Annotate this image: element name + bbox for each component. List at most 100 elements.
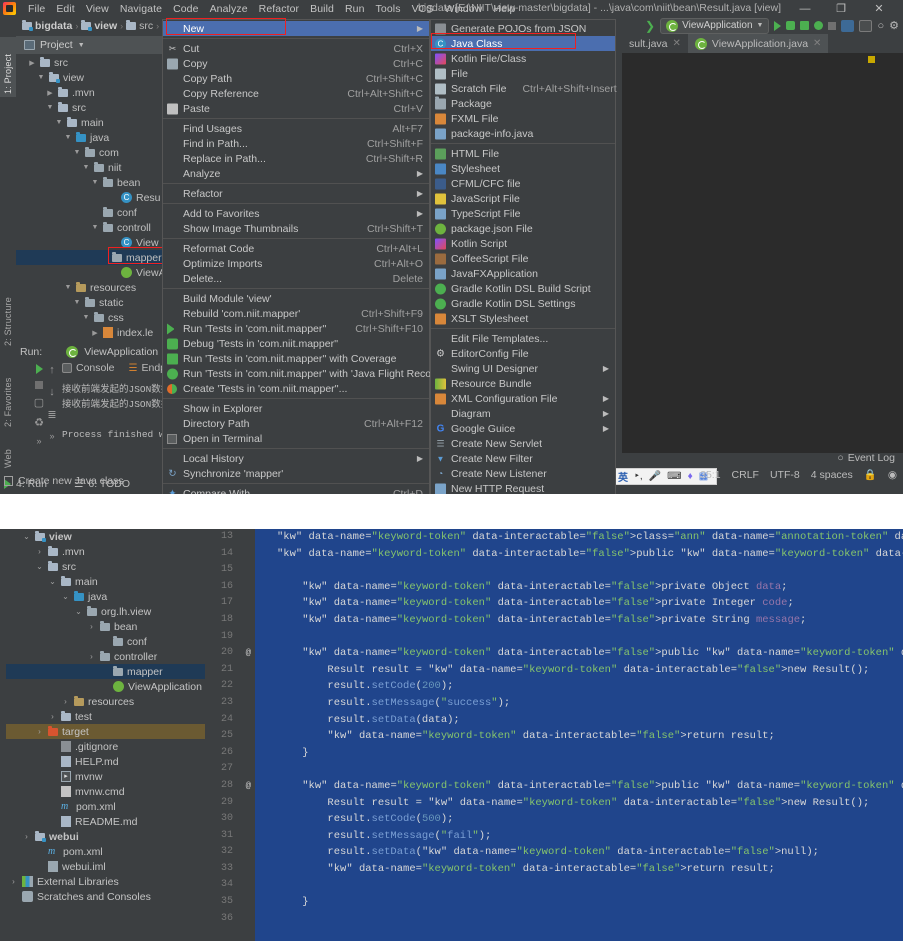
caret-position[interactable]: 35:1 <box>700 469 720 481</box>
chevron-down-icon[interactable]: ⌄ <box>22 532 31 541</box>
tree-node-gitignore[interactable]: .gitignore <box>6 739 205 754</box>
menubar-item-run[interactable]: Run <box>345 3 365 15</box>
tree-node-mapper[interactable]: mapper <box>6 664 205 679</box>
tree-node-view[interactable]: ⌄ view <box>6 529 205 544</box>
code-line[interactable]: result.setCode(500); <box>277 811 903 828</box>
new-submenu-item-resource-bundle[interactable]: Resource Bundle <box>431 376 615 391</box>
maximize-button[interactable]: ❐ <box>827 0 855 17</box>
new-submenu-item-create-new-filter[interactable]: ▼ Create New Filter <box>431 451 615 466</box>
breadcrumb-item-view[interactable]: view <box>81 19 117 32</box>
menubar-item-code[interactable]: Code <box>173 3 199 15</box>
toolwindow-tab-favorites[interactable]: 2: Favorites <box>0 362 16 430</box>
lock-icon[interactable]: 🔒 <box>864 468 877 481</box>
profile-icon[interactable] <box>814 21 824 30</box>
code-line[interactable]: result.setMessage("success"); <box>277 695 903 712</box>
context-menu-item-build-module-view[interactable]: Build Module 'view' <box>163 291 429 306</box>
chevron-down-icon[interactable]: ▼ <box>82 314 90 321</box>
code-line[interactable]: result.setMessage("fail"); <box>277 828 903 845</box>
context-menu-item-run-tests-in-com-niit-mapper-with-java-flight-recorder[interactable]: Run 'Tests in 'com.niit.mapper'' with 'J… <box>163 366 452 381</box>
code-line[interactable]: "kw" data-name="keyword-token" data-inte… <box>277 778 903 795</box>
new-submenu-item-package-json-file[interactable]: package.json File <box>431 221 615 236</box>
scroll-up-icon[interactable]: ↑ <box>49 364 55 376</box>
chevron-down-icon[interactable]: ▼ <box>73 299 81 306</box>
new-submenu-item-kotlin-file-class[interactable]: Kotlin File/Class <box>431 51 615 66</box>
menubar-item-view[interactable]: View <box>86 3 109 15</box>
close-button[interactable]: ✕ <box>865 0 893 17</box>
context-menu-item-analyze[interactable]: Analyze ▶ <box>163 166 429 181</box>
chevron-right-icon[interactable]: ▶ <box>91 329 99 337</box>
tree-node-readmemd[interactable]: README.md <box>6 814 205 829</box>
context-menu-item-find-usages[interactable]: Find Usages Alt+F7 <box>163 121 429 136</box>
new-submenu-item-typescript-file[interactable]: TypeScript File <box>431 206 615 221</box>
new-submenu-item-generate-pojos-from-json[interactable]: Generate POJOs from JSON <box>431 21 615 36</box>
tree-node-test[interactable]: › test <box>6 709 205 724</box>
new-submenu-item-fxml-file[interactable]: FXML File <box>431 111 615 126</box>
toolwindow-tab-web[interactable]: Web <box>0 435 16 471</box>
new-submenu-item-package-info-java[interactable]: package-info.java <box>431 126 615 141</box>
context-menu-item-new[interactable]: New ▶ <box>163 21 429 36</box>
context-menu-item-local-history[interactable]: Local History ▶ <box>163 451 429 466</box>
gear-icon[interactable]: ⚙ <box>889 19 899 32</box>
chevron-right-icon[interactable]: › <box>35 547 44 556</box>
context-menu-item-rebuild-com-niit-mapper[interactable]: Rebuild 'com.niit.mapper' Ctrl+Shift+F9 <box>163 306 429 321</box>
code-line[interactable]: "kw" data-name="keyword-token" data-inte… <box>277 579 903 596</box>
indent-setting[interactable]: 4 spaces <box>811 469 853 481</box>
context-menu-item-create-tests-in-com-niit-mapper[interactable]: Create 'Tests in 'com.niit.mapper''... <box>163 381 429 396</box>
toolwindow-tab-structure[interactable]: 2: Structure <box>0 279 16 349</box>
run-subtab-console[interactable]: Console <box>62 362 115 374</box>
code-line[interactable]: } <box>277 745 903 762</box>
code-line[interactable]: result.setData(data); <box>277 712 903 729</box>
inspections-icon[interactable]: ◉ <box>888 469 897 481</box>
file-encoding[interactable]: UTF-8 <box>770 469 800 481</box>
chevron-down-icon[interactable]: ▼ <box>73 149 81 156</box>
new-submenu-item-swing-ui-designer[interactable]: Swing UI Designer ▶ <box>431 361 615 376</box>
new-submenu-item-java-class[interactable]: C Java Class <box>431 36 615 51</box>
new-submenu-item-create-new-listener[interactable]: ◔ Create New Listener <box>431 466 615 481</box>
tree-node-mvnwcmd[interactable]: mvnw.cmd <box>6 784 205 799</box>
new-submenu-item-xml-configuration-file[interactable]: XML Configuration File ▶ <box>431 391 615 406</box>
code-line[interactable]: "kw" data-name="keyword-token" data-inte… <box>277 861 903 878</box>
code-line[interactable] <box>277 877 903 894</box>
code-line[interactable]: Result result = "kw" data-name="keyword-… <box>277 662 903 679</box>
code-line[interactable]: "kw" data-name="keyword-token" data-inte… <box>277 595 903 612</box>
new-submenu-item-gradle-kotlin-dsl-build-script[interactable]: Gradle Kotlin DSL Build Script <box>431 281 615 296</box>
chevron-right-icon[interactable]: ▶ <box>46 89 54 97</box>
tree-node-src[interactable]: ⌄ src <box>6 559 205 574</box>
context-menu-item-delete[interactable]: Delete... Delete <box>163 271 429 286</box>
chevron-down-icon[interactable]: ▼ <box>78 42 85 49</box>
chevron-right-icon[interactable]: › <box>48 712 57 721</box>
tree-node-orglhview[interactable]: ⌄ org.lh.view <box>6 604 205 619</box>
menubar-item-analyze[interactable]: Analyze <box>210 3 248 15</box>
menubar-item-edit[interactable]: Edit <box>56 3 75 15</box>
search-icon[interactable]: ○ <box>877 20 884 32</box>
context-menu-item-debug-tests-in-com-niit-mapper[interactable]: Debug 'Tests in 'com.niit.mapper'' <box>163 336 429 351</box>
close-icon[interactable]: ✕ <box>813 38 821 49</box>
tree-node-resources[interactable]: › resources <box>6 694 205 709</box>
project-structure-icon[interactable] <box>841 19 855 32</box>
context-menu-item-open-in-terminal[interactable]: Open in Terminal <box>163 431 429 446</box>
punctuation-icon[interactable]: ‣, <box>634 471 643 482</box>
code-line[interactable]: result.setCode(200); <box>277 678 903 695</box>
code-line[interactable]: "kw" data-name="keyword-token" data-inte… <box>277 728 903 745</box>
tree-node-java[interactable]: ⌄ java <box>6 589 205 604</box>
new-submenu-item-edit-file-templates[interactable]: Edit File Templates... <box>431 331 615 346</box>
new-submenu-item-diagram[interactable]: Diagram ▶ <box>431 406 615 421</box>
coverage-icon[interactable] <box>800 21 810 30</box>
event-log-button[interactable]: ○ Event Log <box>837 452 895 464</box>
context-menu-item-synchronize-mapper[interactable]: ↻ Synchronize 'mapper' <box>163 466 429 481</box>
new-submenu-item-javafxapplication[interactable]: JavaFXApplication <box>431 266 615 281</box>
terminal-icon[interactable] <box>859 19 873 32</box>
close-icon[interactable]: ✕ <box>673 38 681 49</box>
new-submenu-item-html-file[interactable]: HTML File <box>431 146 615 161</box>
tree-node-pomxml[interactable]: m pom.xml <box>6 844 205 859</box>
chevron-right-icon[interactable]: › <box>22 832 31 841</box>
tree-node-pomxml[interactable]: m pom.xml <box>6 799 205 814</box>
new-submenu[interactable]: Generate POJOs from JSON C Java Class Kotli… <box>430 19 617 494</box>
more-icon[interactable]: » <box>49 431 54 441</box>
editor-scrollbar[interactable] <box>245 529 255 941</box>
tree-node-bean[interactable]: › bean <box>6 619 205 634</box>
new-submenu-item-gradle-kotlin-dsl-settings[interactable]: Gradle Kotlin DSL Settings <box>431 296 615 311</box>
microphone-icon[interactable]: 🎤 <box>649 471 661 482</box>
chevron-right-icon[interactable]: › <box>87 652 96 661</box>
new-submenu-item-create-new-servlet[interactable]: ☰ Create New Servlet <box>431 436 615 451</box>
